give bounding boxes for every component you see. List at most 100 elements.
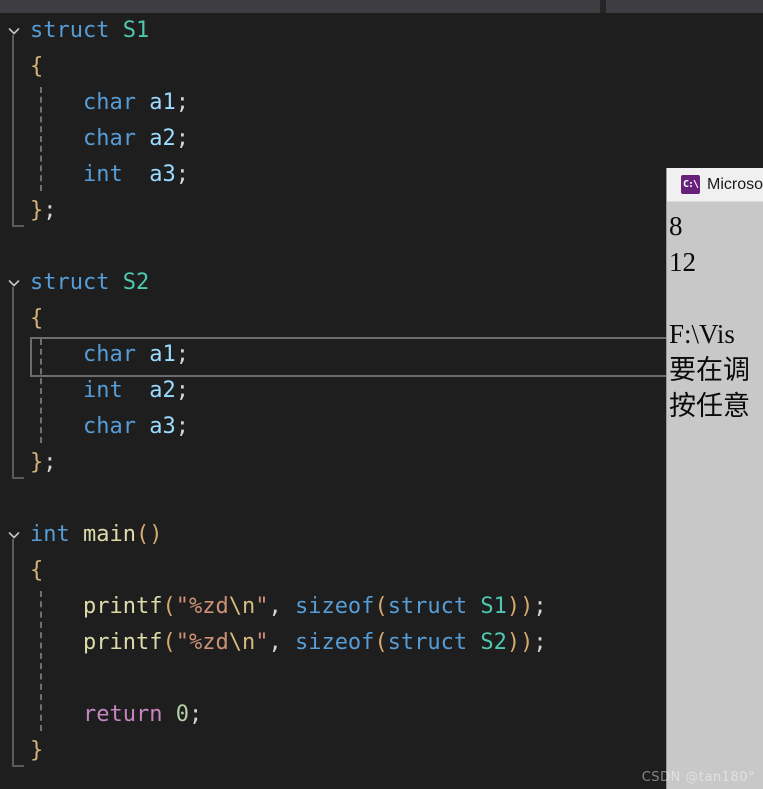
code-line-text: char a1;	[30, 90, 189, 115]
code-token: struct	[387, 594, 468, 619]
code-token: int	[82, 378, 123, 403]
code-token: a1	[149, 90, 176, 115]
code-token: (	[374, 594, 388, 619]
code-token: ;	[175, 378, 189, 403]
code-token: }	[30, 198, 44, 223]
code-line[interactable]: return 0;	[0, 697, 763, 733]
code-token: sizeof	[294, 594, 375, 619]
code-token: ,	[268, 594, 295, 619]
code-token: }	[30, 450, 44, 475]
code-token: S1	[480, 594, 507, 619]
code-line[interactable]: };	[0, 445, 763, 481]
code-token: ))	[506, 630, 534, 655]
console-titlebar[interactable]: C:\ Microso	[667, 168, 763, 202]
code-token: printf	[82, 594, 163, 619]
code-line[interactable]: {	[0, 553, 763, 589]
console-line: 8	[669, 211, 683, 241]
code-line-text: char a3;	[30, 414, 189, 439]
code-token: ;	[533, 630, 547, 655]
code-line[interactable]: struct S1	[0, 13, 763, 49]
code-token: 0	[175, 702, 189, 727]
code-line-text: return 0;	[30, 702, 202, 727]
code-token: sizeof	[294, 630, 375, 655]
code-line[interactable]: char a1;	[0, 337, 763, 377]
code-token: (	[162, 630, 176, 655]
code-line-text: struct S1	[30, 18, 149, 43]
horizontal-scrollbar[interactable]	[0, 0, 763, 13]
code-line-text: char a1;	[30, 342, 189, 367]
code-line[interactable]: struct S2	[0, 265, 763, 301]
code-token: main	[83, 522, 136, 547]
code-line[interactable]: printf("%zd\n", sizeof(struct S2));	[0, 625, 763, 661]
code-token: ;	[175, 342, 189, 367]
scrollbar-thumb-left[interactable]	[0, 0, 600, 13]
code-token: a1	[149, 342, 176, 367]
code-token: ;	[43, 198, 57, 223]
code-token: "	[255, 594, 269, 619]
cmd-icon: C:\	[681, 175, 700, 194]
code-token: "%zd	[175, 630, 229, 655]
code-line[interactable]	[0, 229, 763, 265]
code-token: a3	[149, 162, 176, 187]
code-line-text: }	[30, 738, 43, 763]
console-window[interactable]: C:\ Microso 8 12 F:\Vis 要在调 按任意	[666, 168, 763, 789]
code-token: ()	[135, 522, 163, 547]
scrollbar-thumb-right[interactable]	[606, 0, 763, 13]
code-line-text: };	[30, 450, 57, 475]
code-token: return	[82, 702, 163, 727]
code-line[interactable]: int main()	[0, 517, 763, 553]
code-line[interactable]: int a2;	[0, 373, 763, 409]
code-token: S1	[122, 18, 150, 43]
code-line-text: {	[30, 54, 43, 79]
console-line: 要在调	[669, 355, 750, 385]
code-token: struct	[387, 630, 468, 655]
code-token: struct	[30, 270, 110, 295]
code-token: char	[82, 90, 136, 115]
code-line[interactable]: {	[0, 49, 763, 85]
code-token: printf	[82, 630, 163, 655]
code-line[interactable]: };	[0, 193, 763, 229]
code-line[interactable]: int a3;	[0, 157, 763, 193]
chevron-down-icon[interactable]	[2, 517, 26, 553]
chevron-down-icon[interactable]	[2, 13, 26, 49]
code-token: a2	[149, 378, 176, 403]
code-line[interactable]	[0, 661, 763, 697]
code-line-text: printf("%zd\n", sizeof(struct S1));	[30, 594, 547, 619]
code-line[interactable]: char a3;	[0, 409, 763, 445]
code-token: (	[162, 594, 176, 619]
code-token: (	[374, 630, 388, 655]
code-token: int	[82, 162, 123, 187]
code-line[interactable]: char a1;	[0, 85, 763, 121]
code-token: {	[30, 54, 44, 79]
code-line[interactable]: }	[0, 733, 763, 769]
code-line[interactable]	[0, 481, 763, 517]
code-token: int	[30, 522, 70, 547]
code-token: ;	[175, 414, 189, 439]
code-token: char	[82, 126, 136, 151]
code-token: a2	[149, 126, 176, 151]
code-line-text: {	[30, 306, 43, 331]
code-line-text: char a2;	[30, 126, 189, 151]
code-token: ;	[175, 162, 189, 187]
code-line-text: };	[30, 198, 57, 223]
code-line-text: int a2;	[30, 378, 189, 403]
csdn-watermark: CSDN @tan180°	[641, 770, 755, 785]
code-token: S2	[122, 270, 150, 295]
console-line: 按任意	[669, 391, 750, 421]
code-editor[interactable]: struct S1 { char a1; char a2; int a3;}; st…	[0, 13, 763, 789]
code-line[interactable]: char a2;	[0, 121, 763, 157]
console-line: 12	[669, 247, 696, 277]
code-line[interactable]: {	[0, 301, 763, 337]
code-line[interactable]: printf("%zd\n", sizeof(struct S1));	[0, 589, 763, 625]
chevron-down-icon[interactable]	[2, 265, 26, 301]
